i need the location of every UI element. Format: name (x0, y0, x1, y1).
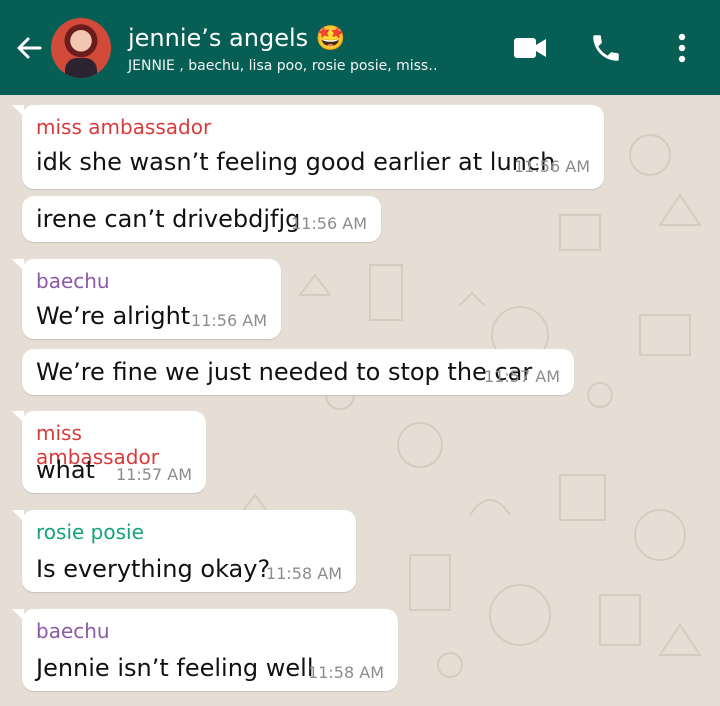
sender-name: rosie posie (36, 520, 144, 544)
message-timestamp: 11:58 AM (266, 564, 342, 583)
message-bubble[interactable]: baechu Jennie isn’t feeling well 11:58 A… (12, 609, 398, 691)
message-bubble[interactable]: baechu We’re alright 11:56 AM (12, 259, 281, 339)
message-text: what (36, 456, 95, 484)
message-timestamp: 11:58 AM (308, 663, 384, 682)
group-avatar[interactable] (51, 18, 111, 78)
chat-members[interactable]: JENNIE , baechu, lisa poo, rosie posie, … (128, 56, 438, 76)
message-text: idk she wasn’t feeling good earlier at l… (36, 148, 556, 176)
phone-icon[interactable] (586, 28, 626, 68)
more-vertical-icon[interactable] (662, 28, 702, 68)
message-text: irene can’t drivebdjfjg (36, 205, 301, 233)
sender-name: miss ambassador (36, 115, 212, 139)
message-bubble[interactable]: irene can’t drivebdjfjg 11:56 AM (22, 196, 381, 242)
video-call-icon[interactable] (510, 28, 550, 68)
chat-title[interactable]: jennie’s angels 🤩 (128, 24, 346, 52)
message-timestamp: 11:56 AM (191, 311, 267, 330)
message-text: Is everything okay? (36, 555, 271, 583)
chat-header: jennie’s angels 🤩 JENNIE , baechu, lisa … (0, 0, 720, 95)
message-bubble[interactable]: We’re fine we just needed to stop the ca… (22, 349, 574, 395)
sender-name: baechu (36, 269, 110, 293)
message-text: We’re fine we just needed to stop the ca… (36, 358, 533, 386)
chat-area[interactable]: miss ambassador idk she wasn’t feeling g… (0, 95, 720, 706)
sender-name: baechu (36, 619, 110, 643)
message-bubble[interactable]: rosie posie Is everything okay? 11:58 AM (12, 510, 356, 592)
message-timestamp: 11:57 AM (484, 367, 560, 386)
message-text: We’re alright (36, 302, 191, 330)
message-bubble[interactable]: miss ambassador idk she wasn’t feeling g… (12, 105, 604, 189)
message-text: Jennie isn’t feeling well (36, 654, 314, 682)
message-timestamp: 11:57 AM (116, 465, 192, 484)
message-timestamp: 11:56 AM (514, 157, 590, 176)
message-timestamp: 11:56 AM (291, 214, 367, 233)
back-arrow-icon[interactable] (12, 30, 48, 66)
message-bubble[interactable]: miss ambassador what 11:57 AM (12, 411, 206, 493)
